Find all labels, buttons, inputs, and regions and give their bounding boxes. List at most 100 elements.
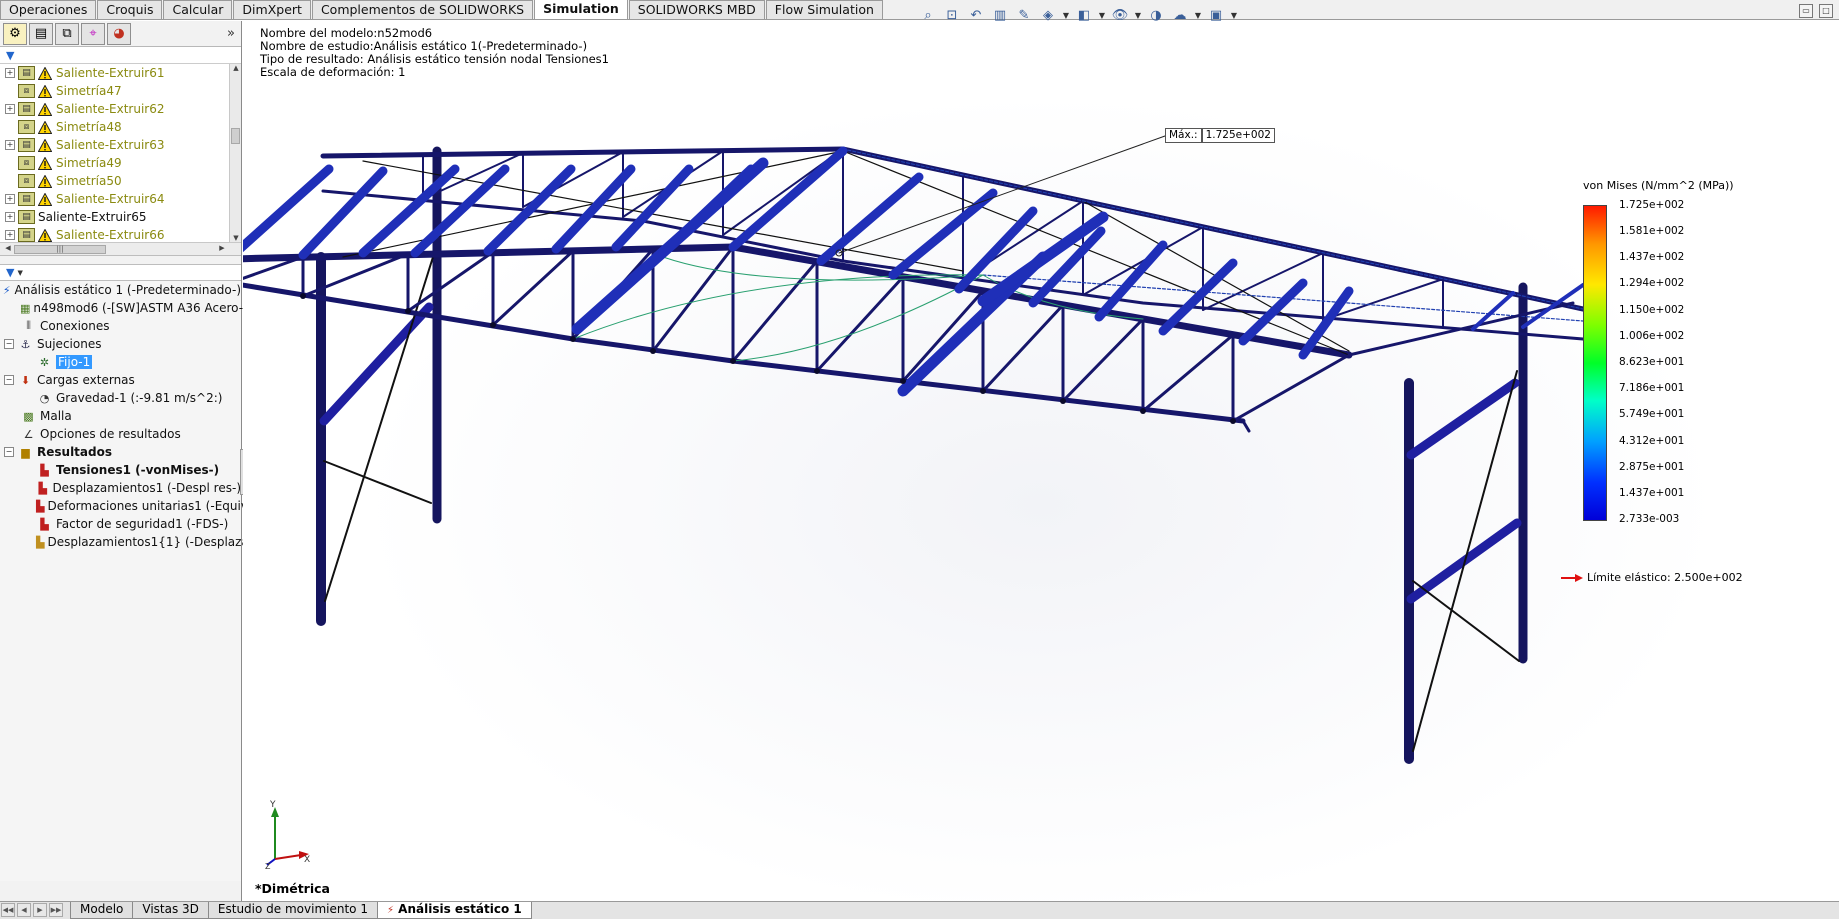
chevron-down-icon[interactable]: ▼ xyxy=(17,269,22,277)
tree-item-label: Simetría50 xyxy=(56,174,122,188)
tree-item-result[interactable]: ▙ Tensiones1 (-vonMises-) xyxy=(0,461,241,479)
max-value-text: 1.725e+002 xyxy=(1201,128,1275,143)
scroll-left-icon[interactable]: ◀ xyxy=(2,244,14,254)
graphics-area[interactable]: Nombre del modelo:n52mod6 Nombre de estu… xyxy=(243,21,1839,901)
gravity-icon: ◔ xyxy=(39,391,50,405)
tree-item-external-loads[interactable]: − ⬇ Cargas externas xyxy=(0,371,241,389)
manager-tabs-toolbar: ⚙ ▤ ⧉ ⌖ ◕ » xyxy=(0,21,241,47)
tab-simulation[interactable]: Simulation xyxy=(534,0,628,19)
tree-item[interactable]: + ▤ Saliente-Extruir65 xyxy=(0,208,229,226)
reference-triad: Y X Z xyxy=(265,800,310,869)
last-tab-icon[interactable]: ▶▶ xyxy=(49,903,63,917)
expand-icon[interactable]: + xyxy=(5,194,15,204)
brace-right xyxy=(1406,378,1520,460)
tree-item-result[interactable]: ▙ Deformaciones unitarias1 (-Equival xyxy=(0,497,259,515)
tab-calcular[interactable]: Calcular xyxy=(163,0,233,19)
first-tab-icon[interactable]: ◀◀ xyxy=(1,903,15,917)
tree-item-connections[interactable]: ⫴ Conexiones xyxy=(0,317,241,335)
dimxpert-manager-icon[interactable]: ⌖ xyxy=(81,22,105,45)
prev-tab-icon[interactable]: ◀ xyxy=(17,903,31,917)
collapse-icon[interactable]: − xyxy=(4,375,14,385)
simulation-tree-filter[interactable]: ▼ ▼ xyxy=(0,264,241,281)
warning-icon xyxy=(38,228,52,242)
tree-item-result[interactable]: ▙ Desplazamientos1{1} (-Desplazamie xyxy=(0,533,271,551)
expand-icon[interactable]: + xyxy=(5,230,15,240)
svg-text:X: X xyxy=(304,855,310,865)
max-leader-line xyxy=(838,135,1166,254)
tree-item[interactable]: ⧈ Simetría49 xyxy=(0,154,229,172)
tree-item[interactable]: ⧈ Simetría50 xyxy=(0,172,229,190)
tree-item[interactable]: ⧈ Simetría47 xyxy=(0,82,229,100)
feature-manager-icon[interactable]: ⚙ xyxy=(3,22,27,45)
tree-item-gravity[interactable]: ◔ Gravedad-1 (:-9.81 m/s^2:) xyxy=(0,389,241,407)
collapse-icon[interactable]: − xyxy=(4,447,14,457)
expand-icon[interactable]: + xyxy=(5,68,15,78)
mirror-icon: ⧈ xyxy=(18,84,35,98)
max-value-annotation[interactable]: Máx.: 1.725e+002 xyxy=(1165,128,1275,143)
tree-item[interactable]: + ▤ Saliente-Extruir61 xyxy=(0,64,229,82)
display-manager-icon[interactable]: ◕ xyxy=(107,22,131,45)
tree-item-fixture[interactable]: ✲ Fijo-1 xyxy=(0,353,241,371)
tree-item-mesh[interactable]: ▩ Malla xyxy=(0,407,241,425)
expand-icon[interactable]: + xyxy=(5,212,15,222)
tab-dimxpert[interactable]: DimXpert xyxy=(233,0,311,19)
connections-icon: ⫴ xyxy=(26,319,31,332)
tab-complementos[interactable]: Complementos de SOLIDWORKS xyxy=(311,0,534,19)
tree-item-label: Tensiones1 (-vonMises-) xyxy=(56,463,220,477)
tree-item[interactable]: + ▤ Saliente-Extruir63 xyxy=(0,136,229,154)
tree-item-label: Factor de seguridad1 (-FDS-) xyxy=(56,517,229,531)
tab-estudio-movimiento[interactable]: Estudio de movimiento 1 xyxy=(207,902,378,919)
tree-item-fixtures[interactable]: − ⚓ Sujeciones xyxy=(0,335,241,353)
extrude-icon: ▤ xyxy=(18,228,35,242)
tab-operaciones[interactable]: Operaciones xyxy=(0,0,97,19)
warning-icon xyxy=(38,192,52,206)
tree-item-part[interactable]: ▦ n498mod6 (-[SW]ASTM A36 Acero-) xyxy=(0,299,248,317)
tree-item-label: Saliente-Extruir66 xyxy=(56,228,165,242)
tree-item-results[interactable]: − ▆ Resultados xyxy=(0,443,241,461)
feature-tree-filter[interactable]: ▼ xyxy=(0,47,241,64)
legend-value: 2.875e+001 xyxy=(1619,461,1685,473)
restore-icon[interactable]: ▭ xyxy=(1799,4,1813,18)
tree-item[interactable]: ⧈ Simetría48 xyxy=(0,118,229,136)
scroll-up-icon[interactable]: ▲ xyxy=(230,64,241,74)
tree-item-study[interactable]: ⚡ Análisis estático 1 (-Predeterminado-) xyxy=(0,281,241,299)
next-tab-icon[interactable]: ▶ xyxy=(33,903,47,917)
static-study-icon: ⚡ xyxy=(386,905,394,916)
feature-tree-horizontal-scrollbar[interactable]: ◀ ||| ▶ xyxy=(0,242,241,255)
tab-solidworks-mbd[interactable]: SOLIDWORKS MBD xyxy=(628,0,765,19)
tree-item[interactable]: + ▤ Saliente-Extruir62 xyxy=(0,100,229,118)
property-manager-icon[interactable]: ▤ xyxy=(29,22,53,45)
tab-flow-simulation[interactable]: Flow Simulation xyxy=(765,0,883,19)
tree-item-label: Simetría49 xyxy=(56,156,122,170)
stress-plot-icon: ▙ xyxy=(40,463,49,477)
configuration-manager-icon[interactable]: ⧉ xyxy=(55,22,79,45)
warning-icon xyxy=(38,138,52,152)
tab-modelo[interactable]: Modelo xyxy=(70,902,134,919)
collapse-icon[interactable]: − xyxy=(4,339,14,349)
legend-value: 1.294e+002 xyxy=(1619,277,1685,289)
legend-value: 5.749e+001 xyxy=(1619,408,1685,420)
mirror-icon: ⧈ xyxy=(18,174,35,188)
tab-vistas-3d[interactable]: Vistas 3D xyxy=(132,902,209,919)
mirror-icon: ⧈ xyxy=(18,156,35,170)
feature-tree-vertical-scrollbar[interactable]: ▲ ▼ xyxy=(229,64,241,244)
tree-item-result[interactable]: ▙ Factor de seguridad1 (-FDS-) xyxy=(0,515,241,533)
scrollbar-thumb[interactable] xyxy=(231,128,240,144)
expand-icon[interactable]: + xyxy=(5,104,15,114)
tab-croquis[interactable]: Croquis xyxy=(97,0,163,19)
expand-panel-icon[interactable]: » xyxy=(227,26,235,41)
scroll-right-icon[interactable]: ▶ xyxy=(216,244,228,254)
expand-icon[interactable]: + xyxy=(5,140,15,150)
von-mises-legend[interactable]: von Mises (N/mm^2 (MPa)) 1.725e+002 1.58… xyxy=(1561,179,1793,599)
tree-item-label: n498mod6 (-[SW]ASTM A36 Acero-) xyxy=(33,301,248,315)
tree-item-label: Fijo-1 xyxy=(56,355,93,369)
maximize-icon[interactable]: □ xyxy=(1819,4,1833,18)
heavy-purlins xyxy=(571,157,1109,397)
tree-item-result-options[interactable]: ∠ Opciones de resultados xyxy=(0,425,241,443)
tree-item-label: Deformaciones unitarias1 (-Equival xyxy=(47,499,259,513)
scrollbar-thumb[interactable]: ||| xyxy=(14,245,106,254)
tree-item[interactable]: + ▤ Saliente-Extruir64 xyxy=(0,190,229,208)
tree-item-result[interactable]: ▙ Desplazamientos1 (-Despl res-) xyxy=(0,479,241,497)
filter-icon: ▼ xyxy=(6,266,15,279)
tab-analisis-estatico[interactable]: ⚡ Análisis estático 1 xyxy=(376,902,532,919)
